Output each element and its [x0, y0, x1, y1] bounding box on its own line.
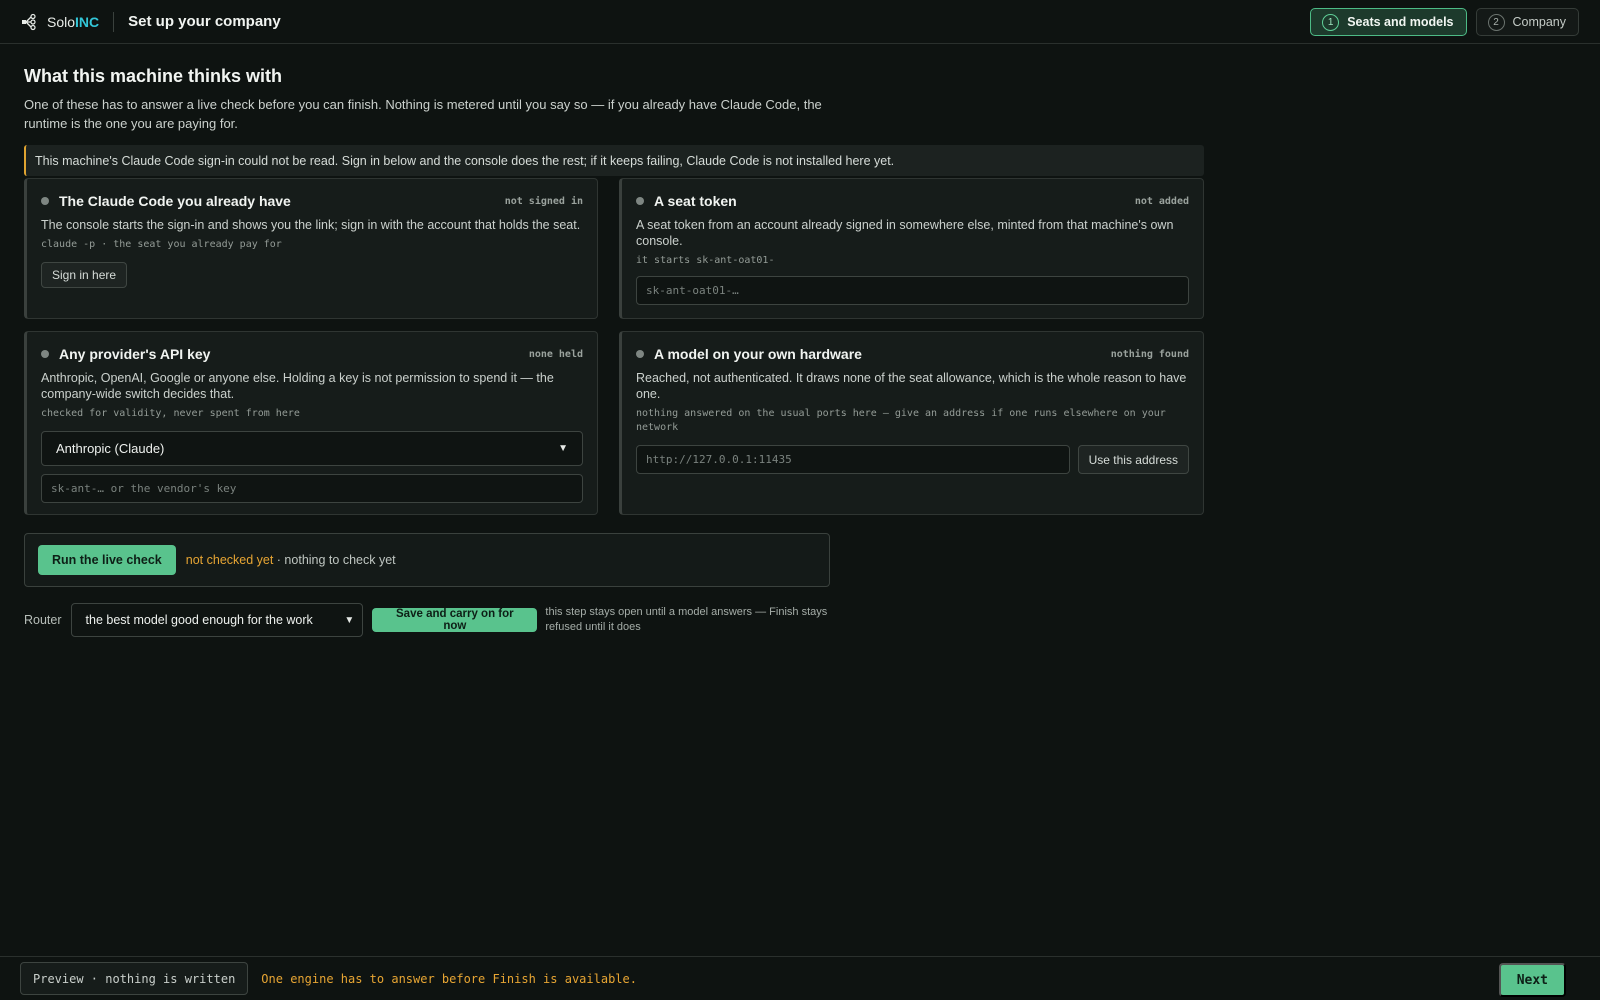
card-note: it starts sk-ant-oat01-: [636, 255, 775, 266]
use-address-button[interactable]: Use this address: [1077, 445, 1189, 474]
brand[interactable]: SoloINC: [21, 13, 99, 31]
chevron-down-icon: ▼: [344, 614, 355, 626]
step-label: Seats and models: [1347, 15, 1454, 29]
card-description: A seat token from an account already sig…: [636, 218, 1174, 248]
chevron-down-icon: ▼: [558, 443, 568, 454]
card-note: claude -p · the seat you already pay for: [41, 239, 282, 250]
api-key-input[interactable]: sk-ant-… or the vendor's key: [41, 474, 583, 503]
router-select[interactable]: the best model good enough for the work …: [70, 603, 364, 637]
local-address-input[interactable]: http://127.0.0.1:11435: [636, 445, 1070, 474]
check-status-warn: not checked yet: [185, 553, 274, 567]
preview-badge: Preview · nothing is written: [20, 962, 249, 995]
step-seats-and-models[interactable]: 1 Seats and models: [1310, 8, 1467, 36]
step-number: 1: [1322, 13, 1340, 31]
status-dot: [41, 197, 49, 205]
card-claude-code: The Claude Code you already have not sig…: [24, 178, 598, 319]
sign-in-button[interactable]: Sign in here: [41, 262, 128, 288]
page-title: Set up your company: [128, 13, 281, 30]
card-note: nothing answered on the usual ports here…: [636, 408, 1166, 433]
main-content: What this machine thinks with One of the…: [24, 44, 1204, 637]
local-address-placeholder: http://127.0.0.1:11435: [646, 453, 792, 466]
router-help-text: this step stays open until a model answe…: [545, 606, 828, 633]
card-title: The Claude Code you already have: [59, 193, 291, 209]
step-number: 2: [1487, 13, 1505, 31]
step-label: Company: [1512, 15, 1567, 29]
brand-logo-icon: [22, 13, 36, 30]
signin-warning-notice: This machine's Claude Code sign-in could…: [24, 145, 1204, 176]
card-status: nothing found: [1110, 348, 1189, 360]
run-live-check-button[interactable]: Run the live check: [38, 545, 176, 575]
card-description: The console starts the sign-in and shows…: [41, 218, 581, 232]
header-divider: [113, 11, 115, 32]
status-dot: [636, 350, 644, 358]
status-dot: [636, 197, 644, 205]
provider-selected-value: Anthropic (Claude): [56, 441, 165, 456]
step-company[interactable]: 2 Company: [1475, 8, 1579, 36]
top-bar: SoloINC Set up your company 1 Seats and …: [0, 0, 1600, 44]
footer-bar: Preview · nothing is written One engine …: [0, 956, 1600, 1000]
seat-token-input[interactable]: sk-ant-oat01-…: [636, 276, 1189, 305]
provider-select[interactable]: Anthropic (Claude) ▼: [41, 431, 583, 466]
notice-text: This machine's Claude Code sign-in could…: [35, 153, 895, 168]
check-status: not checked yet · nothing to check yet: [186, 553, 396, 567]
card-description: Anthropic, OpenAI, Google or anyone else…: [41, 371, 554, 401]
live-check-panel: Run the live check not checked yet · not…: [24, 533, 830, 587]
card-title: A model on your own hardware: [654, 346, 862, 362]
wizard-steps: 1 Seats and models 2 Company: [1310, 8, 1579, 36]
section-heading: What this machine thinks with: [24, 66, 283, 86]
card-local-model: A model on your own hardware nothing fou…: [619, 331, 1204, 515]
card-api-key: Any provider's API key none held Anthrop…: [24, 331, 598, 515]
api-key-placeholder: sk-ant-… or the vendor's key: [51, 482, 237, 495]
router-selected-value: the best model good enough for the work: [85, 613, 313, 627]
brand-name: SoloINC: [47, 14, 99, 30]
brand-accent: INC: [75, 13, 100, 30]
card-note: checked for validity, never spent from h…: [41, 408, 300, 419]
card-status: not signed in: [504, 195, 583, 207]
status-dot: [41, 350, 49, 358]
section-intro: One of these has to answer a live check …: [24, 97, 822, 131]
card-title: A seat token: [654, 193, 737, 209]
footer-message: One engine has to answer before Finish i…: [261, 971, 637, 986]
card-title: Any provider's API key: [59, 346, 211, 362]
card-description: Reached, not authenticated. It draws non…: [636, 371, 1187, 401]
card-status: none held: [528, 348, 583, 360]
card-seat-token: A seat token not added A seat token from…: [619, 178, 1204, 319]
router-row: Router the best model good enough for th…: [24, 603, 844, 637]
check-status-rest: · nothing to check yet: [273, 553, 396, 567]
seat-token-placeholder: sk-ant-oat01-…: [646, 284, 739, 297]
brand-prefix: Solo: [47, 13, 76, 30]
card-status: not added: [1134, 195, 1189, 207]
save-and-continue-button[interactable]: Save and carry on for now: [372, 608, 538, 632]
router-label: Router: [24, 613, 62, 627]
next-button[interactable]: Next: [1498, 963, 1566, 997]
